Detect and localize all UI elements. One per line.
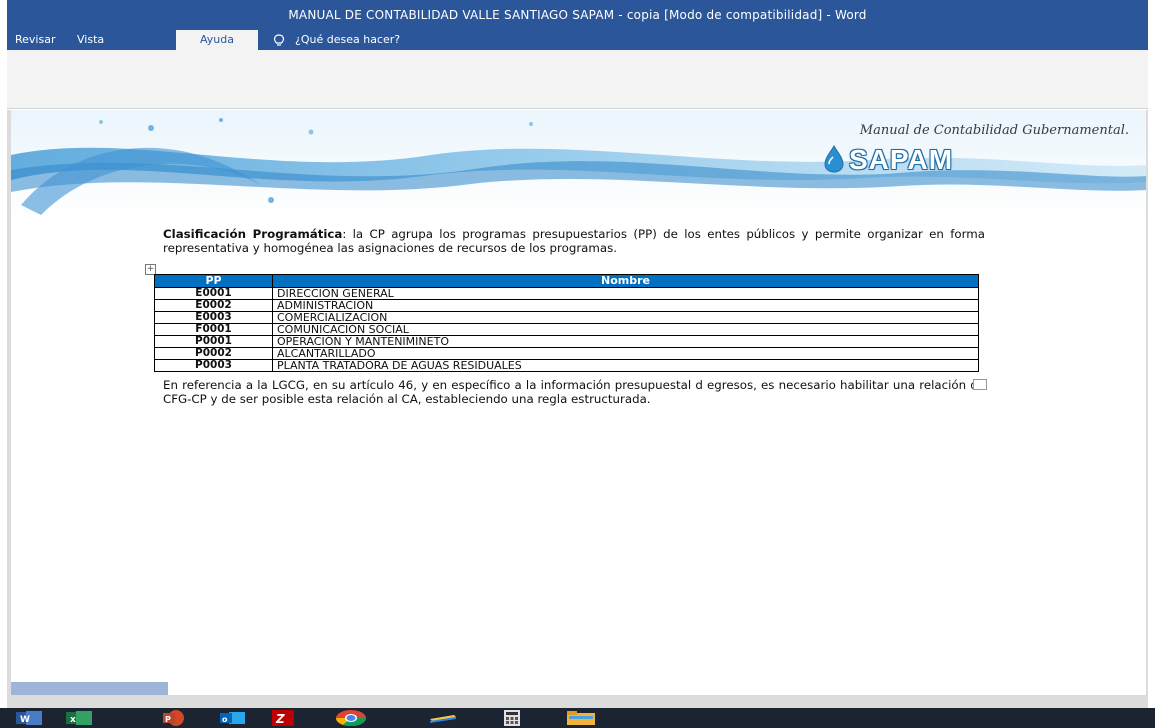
calculator-icon[interactable] bbox=[503, 710, 521, 726]
cell-nombre: PLANTA TRATADORA DE AGUAS RESIDUALES bbox=[272, 359, 979, 372]
column-header-pp: PP bbox=[154, 274, 273, 288]
document-page[interactable]: Manual de Contabilidad Gubernamental. SA… bbox=[11, 110, 1146, 695]
paragraph-end-marker bbox=[973, 379, 987, 390]
table-row: E0001 DIRECCION GENERAL bbox=[154, 287, 979, 300]
window-title: MANUAL DE CONTABILIDAD VALLE SANTIAGO SA… bbox=[288, 8, 867, 22]
table-row: E0003 COMERCIALIZACION bbox=[154, 311, 979, 324]
cell-nombre: ADMINISTRACION bbox=[272, 299, 979, 312]
title-bar: MANUAL DE CONTABILIDAD VALLE SANTIAGO SA… bbox=[7, 0, 1148, 30]
word-icon[interactable]: W bbox=[16, 710, 44, 726]
cell-nombre: DIRECCION GENERAL bbox=[272, 287, 979, 300]
table-row: P0002 ALCANTARILLADO bbox=[154, 347, 979, 360]
table-header-row: PP Nombre bbox=[154, 274, 979, 288]
page-indicator[interactable] bbox=[11, 682, 168, 695]
cell-pp: P0001 bbox=[154, 335, 273, 348]
svg-text:o: o bbox=[222, 715, 228, 724]
filezilla-icon[interactable]: Z bbox=[272, 710, 294, 726]
cell-pp: F0001 bbox=[154, 323, 273, 336]
outlook-icon[interactable]: o bbox=[219, 710, 247, 726]
svg-text:W: W bbox=[20, 715, 30, 725]
tab-revisar[interactable]: Revisar bbox=[15, 30, 55, 50]
svg-text:Z: Z bbox=[275, 712, 285, 726]
folder-icon[interactable] bbox=[566, 710, 596, 726]
excel-icon[interactable]: x bbox=[66, 710, 94, 726]
paragraph-clasificacion: Clasificación Programática: la CP agrupa… bbox=[163, 227, 985, 255]
column-header-nombre: Nombre bbox=[272, 274, 979, 288]
lightbulb-icon bbox=[273, 33, 285, 46]
sapam-logo: SAPAM bbox=[849, 144, 954, 175]
ribbon-tabs: Revisar Vista Ayuda ¿Qué desea hacer? bbox=[7, 30, 1148, 50]
cell-nombre: ALCANTARILLADO bbox=[272, 347, 979, 360]
cell-pp: P0003 bbox=[154, 359, 273, 372]
tell-me-placeholder: ¿Qué desea hacer? bbox=[295, 33, 401, 46]
cell-pp: E0003 bbox=[154, 311, 273, 324]
cell-pp: E0002 bbox=[154, 299, 273, 312]
tell-me-search[interactable]: ¿Qué desea hacer? bbox=[273, 30, 400, 50]
svg-text:x: x bbox=[70, 715, 76, 725]
table-row: E0002 ADMINISTRACION bbox=[154, 299, 979, 312]
cell-pp: E0001 bbox=[154, 287, 273, 300]
cell-pp: P0002 bbox=[154, 347, 273, 360]
chrome-icon[interactable] bbox=[335, 710, 367, 726]
header-title: Manual de Contabilidad Gubernamental. bbox=[859, 123, 1129, 138]
table-row: P0001 OPERACIÓN Y MANTENIMINETO bbox=[154, 335, 979, 348]
cell-nombre: COMUNICACIÓN SOCIAL bbox=[272, 323, 979, 336]
tab-ayuda[interactable]: Ayuda bbox=[176, 30, 258, 50]
document-canvas: Manual de Contabilidad Gubernamental. SA… bbox=[7, 110, 1148, 708]
tab-vista[interactable]: Vista bbox=[77, 30, 104, 50]
paragraph-referencia: En referencia a la LGCG, en su artículo … bbox=[163, 378, 985, 406]
para1-heading: Clasificación Programática bbox=[163, 227, 343, 241]
table-row: P0003 PLANTA TRATADORA DE AGUAS RESIDUAL… bbox=[154, 359, 979, 372]
svg-text:P: P bbox=[165, 715, 171, 724]
water-drop-icon bbox=[824, 144, 844, 173]
ribbon-body bbox=[7, 50, 1148, 109]
powerpoint-icon[interactable]: P bbox=[162, 710, 190, 726]
cell-nombre: OPERACIÓN Y MANTENIMINETO bbox=[272, 335, 979, 348]
taskbar: W x P o Z bbox=[0, 708, 1155, 728]
table-row: F0001 COMUNICACIÓN SOCIAL bbox=[154, 323, 979, 336]
cell-nombre: COMERCIALIZACION bbox=[272, 311, 979, 324]
file-explorer-icon[interactable] bbox=[428, 710, 458, 726]
pp-table: PP Nombre E0001 DIRECCION GENERAL E0002 … bbox=[154, 274, 979, 372]
